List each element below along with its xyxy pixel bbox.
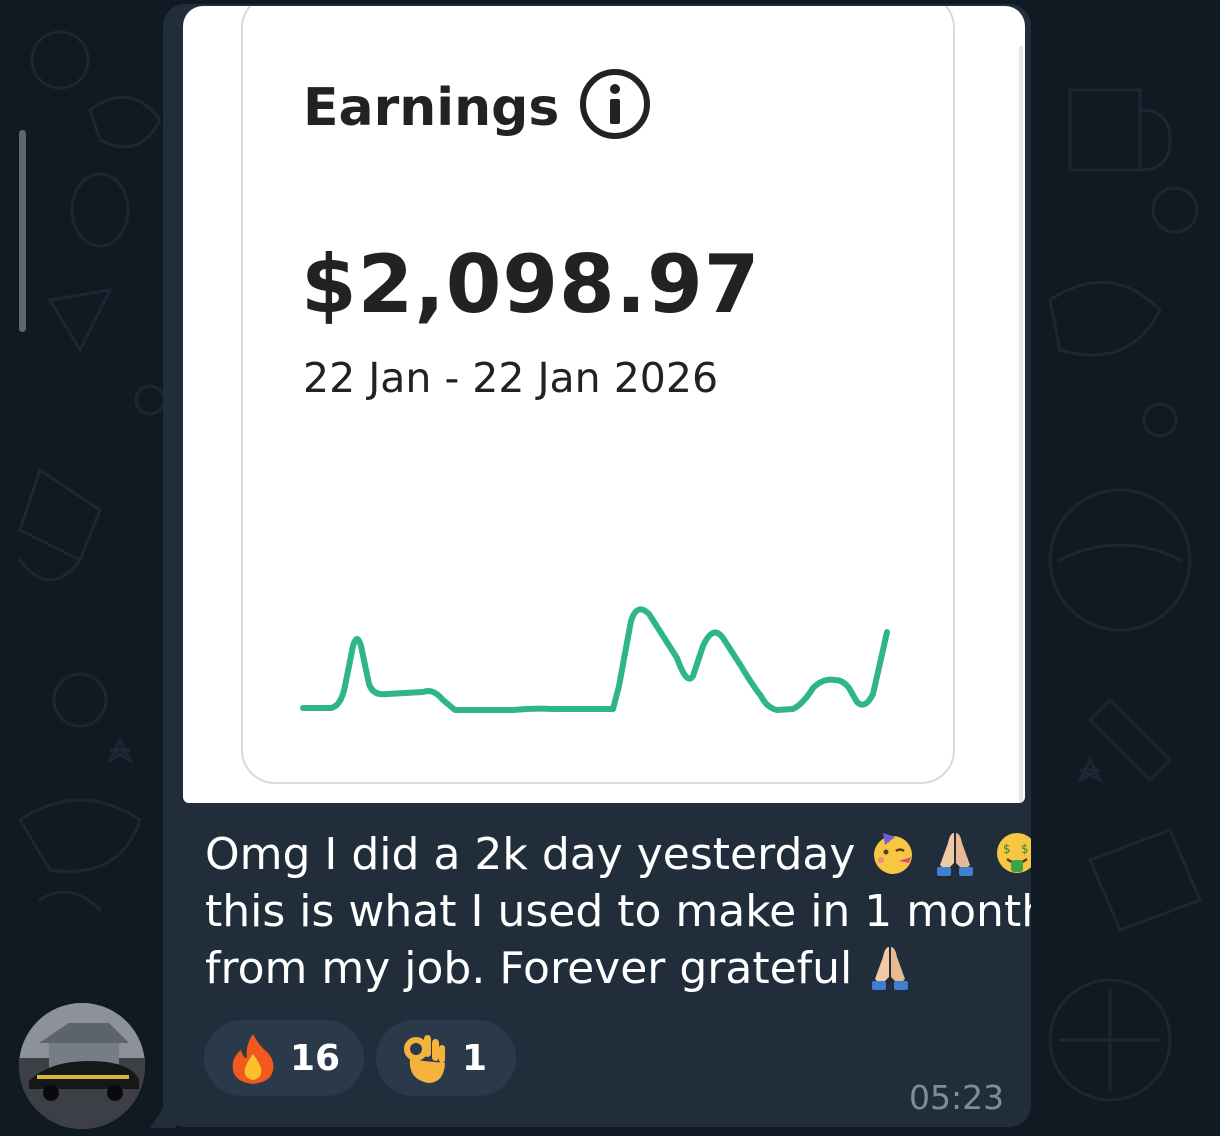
message-bubble[interactable]: Earnings $2,098.97 22 Jan - 22 Jan 2026 … [163,4,1031,1127]
scrollbar[interactable] [19,130,26,332]
message-caption: Omg I did a 2k day yesterday $ $ this is… [205,826,1031,997]
reaction-fire[interactable]: 16 [204,1020,364,1096]
money-mouth-face-icon: $ $ [997,833,1031,873]
ok-hand-icon [404,1035,445,1083]
message-timestamp: 05:23 [909,1078,1005,1117]
reaction-ok-hand[interactable]: 1 [376,1020,516,1096]
reaction-count-fire: 16 [290,1037,341,1079]
reaction-count-ok-hand: 1 [462,1037,488,1079]
card-edge [1019,46,1023,803]
attached-screenshot[interactable]: Earnings $2,098.97 22 Jan - 22 Jan 2026 [183,6,1025,803]
earnings-title: Earnings [303,78,560,138]
avatar[interactable] [19,1003,145,1129]
fire-icon [232,1034,274,1084]
folded-hands-icon [937,833,974,876]
caption-text-1: Omg I did a 2k day yesterday [205,829,856,880]
svg-text:$: $ [1021,842,1029,856]
earnings-amount: $2,098.97 [301,238,761,331]
caption-text-3: from my job. Forever grateful [205,943,853,994]
avatar-image [19,1003,145,1129]
date-range: 22 Jan - 22 Jan 2026 [303,354,719,402]
partying-face-icon [874,833,913,874]
caption-line-1: Omg I did a 2k day yesterday $ $ [205,826,1031,883]
folded-hands-icon [872,947,909,990]
caption-line-2: this is what I used to make in 1 month [205,886,1031,937]
earnings-sparkline [300,606,890,713]
caption-line-3: from my job. Forever grateful [205,940,1025,997]
sparkline-path [300,606,890,713]
info-circle-icon[interactable] [579,68,651,140]
svg-text:$: $ [1003,842,1011,856]
